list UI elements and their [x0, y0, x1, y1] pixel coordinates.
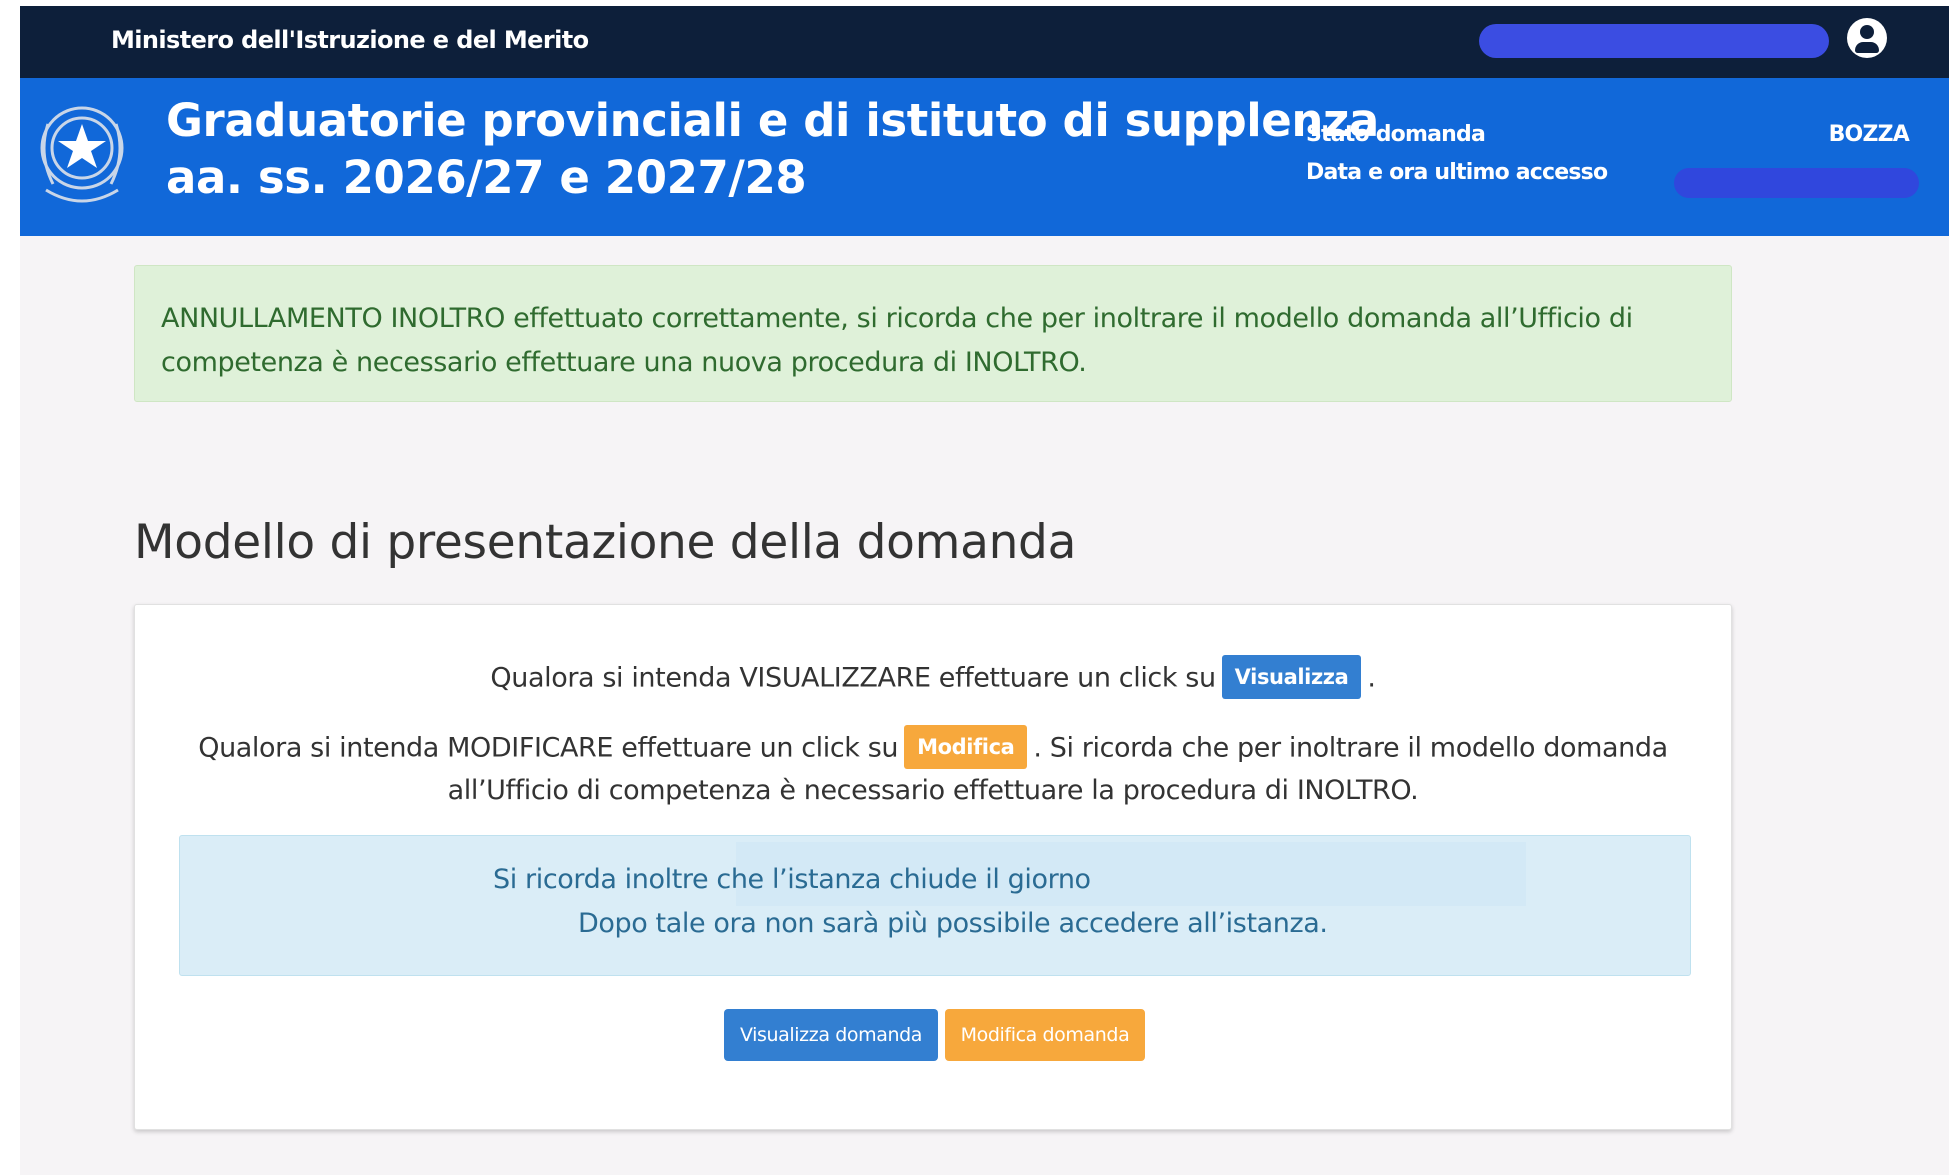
deadline-warning-text: Dopo tale ora non sarà più possibile acc…	[578, 908, 1328, 939]
domanda-panel: Qualora si intenda VISUALIZZARE effettua…	[134, 604, 1732, 1130]
modifica-domanda-button[interactable]: Modifica domanda	[945, 1009, 1145, 1061]
user-circle-icon[interactable]	[1847, 18, 1887, 58]
last-access-redacted	[1674, 168, 1919, 198]
view-instruction: Qualora si intenda VISUALIZZARE effettua…	[135, 655, 1731, 703]
status-label: Stato domanda	[1306, 122, 1486, 147]
success-alert: ANNULLAMENTO INOLTRO effettuato corretta…	[134, 265, 1732, 402]
page-title: Modello di presentazione della domanda	[134, 515, 1077, 570]
edit-instruction: Qualora si intenda MODIFICARE effettuare…	[135, 725, 1731, 773]
ministry-topbar: Ministero dell'Istruzione e del Merito	[20, 6, 1949, 78]
republic-emblem-icon	[40, 106, 124, 203]
visualizza-domanda-button[interactable]: Visualizza domanda	[724, 1009, 938, 1061]
page-header-title: Graduatorie provinciali e di istituto di…	[166, 94, 1379, 204]
deadline-text: Si ricorda inoltre che l’istanza chiude …	[493, 864, 1091, 895]
app-header: Graduatorie provinciali e di istituto di…	[20, 78, 1949, 236]
modifica-badge: Modifica	[904, 725, 1028, 769]
deadline-info-alert: Si ricorda inoltre che l’istanza chiude …	[179, 835, 1691, 976]
visualizza-badge: Visualizza	[1221, 655, 1362, 699]
status-value: BOZZA	[1828, 122, 1910, 147]
last-access-label: Data e ora ultimo accesso	[1306, 160, 1608, 185]
user-name-redacted	[1479, 24, 1829, 58]
ministry-name: Ministero dell'Istruzione e del Merito	[111, 26, 589, 54]
edit-instruction-line2: all’Ufficio di competenza è necessario e…	[447, 775, 1419, 806]
